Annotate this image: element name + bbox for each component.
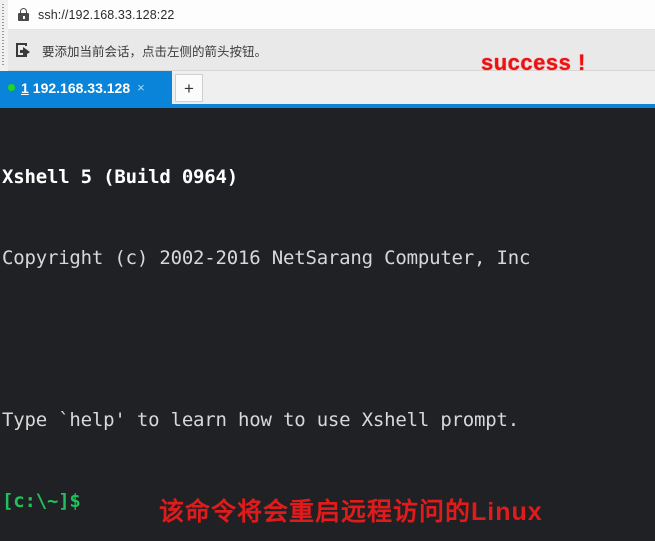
- terminal-line-banner-title: Xshell 5 (Build 0964): [2, 166, 239, 188]
- close-icon[interactable]: ×: [137, 81, 145, 94]
- new-tab-button[interactable]: +: [175, 74, 203, 102]
- lock-icon: [16, 7, 31, 22]
- add-session-icon[interactable]: [16, 42, 34, 58]
- terminal-line-help-hint: Type `help' to learn how to use Xshell p…: [2, 409, 519, 431]
- terminal-line-copyright: Copyright (c) 2002-2016 NetSarang Comput…: [2, 247, 531, 269]
- address-bar-url: ssh://192.168.33.128:22: [38, 7, 175, 22]
- xshell-window: ssh://192.168.33.128:22 要添加当前会话，点击左侧的箭头按…: [0, 0, 655, 541]
- success-annotation: success !: [481, 50, 586, 75]
- collapsed-panel-strip[interactable]: [0, 0, 8, 71]
- tab-title-label: 192.168.33.128: [32, 79, 131, 96]
- warning-annotation: 该命令将会重启远程访问的Linux: [159, 498, 543, 526]
- terminal-output[interactable]: Xshell 5 (Build 0964) Copyright (c) 2002…: [0, 108, 655, 541]
- address-bar[interactable]: ssh://192.168.33.128:22: [8, 0, 655, 30]
- session-hint-text: 要添加当前会话，点击左侧的箭头按钮。: [42, 44, 268, 59]
- tab-status-dot: [8, 84, 15, 91]
- tab-192-168-33-128[interactable]: 1 192.168.33.128 ×: [0, 71, 172, 104]
- tab-index-label: 1: [21, 79, 29, 96]
- panel-grip-dots: [2, 4, 4, 66]
- tab-bar: 1 192.168.33.128 × +: [0, 71, 655, 108]
